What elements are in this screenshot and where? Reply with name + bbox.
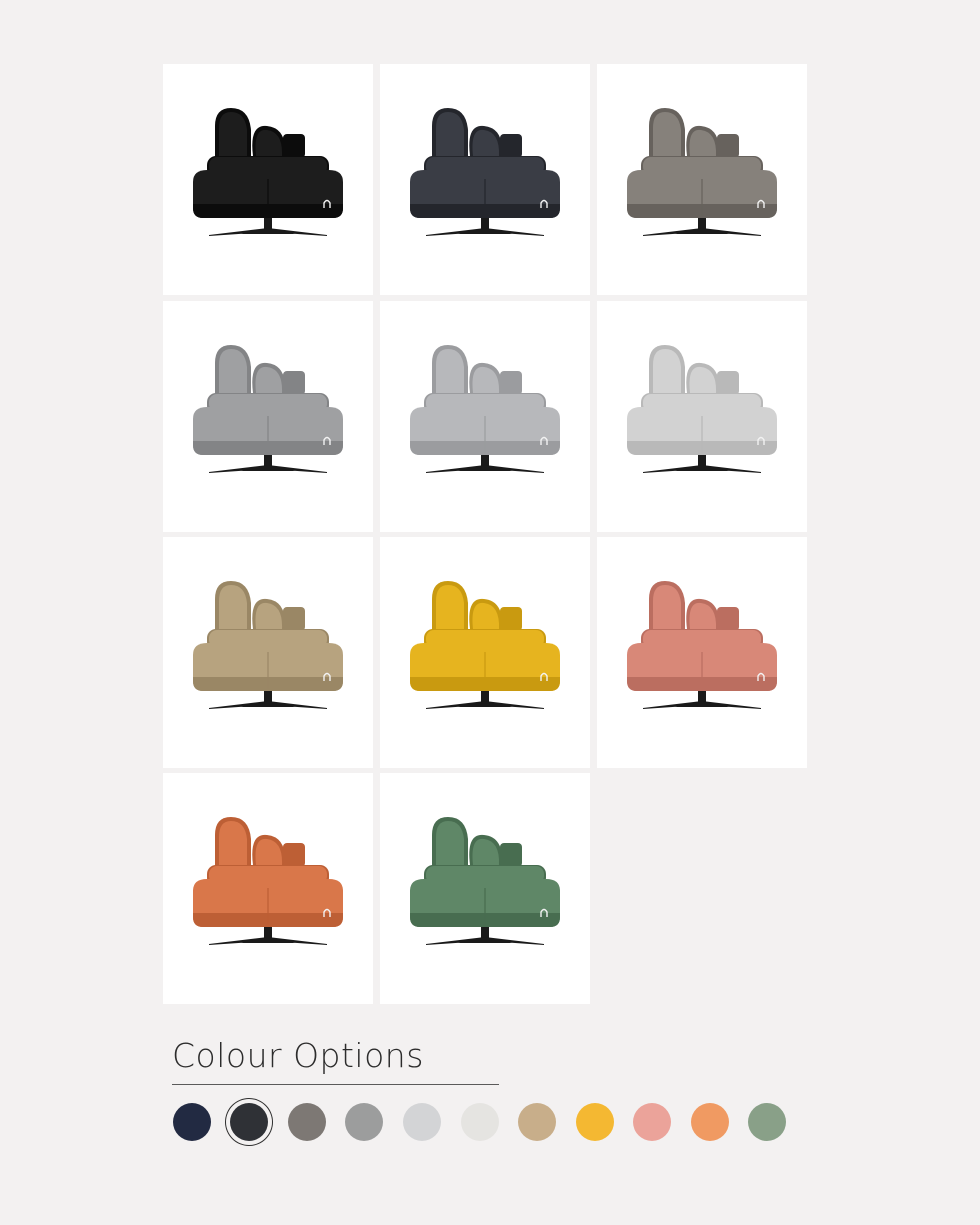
sofa-black-tile[interactable] [163, 64, 373, 295]
sofa-image [627, 345, 777, 473]
sofa-image [627, 581, 777, 709]
sofa-orange-tile[interactable] [163, 773, 373, 1004]
mid-grey-swatch[interactable] [345, 1103, 383, 1141]
sofa-off-white-tile[interactable] [597, 301, 807, 532]
sand-swatch[interactable] [518, 1103, 556, 1141]
taupe-grey-swatch[interactable] [288, 1103, 326, 1141]
sofa-light-grey-tile[interactable] [380, 301, 590, 532]
sofa-image [193, 108, 343, 236]
sofa-yellow-tile[interactable] [380, 537, 590, 768]
sofa-blush-pink-tile[interactable] [597, 537, 807, 768]
sofa-image [193, 817, 343, 945]
sofa-image [627, 108, 777, 236]
sofa-image [410, 581, 560, 709]
navy-swatch[interactable] [173, 1103, 211, 1141]
heading-underline [172, 1084, 499, 1085]
sofa-taupe-tile[interactable] [597, 64, 807, 295]
sofa-image [410, 345, 560, 473]
sage-green-swatch[interactable] [748, 1103, 786, 1141]
orange-swatch[interactable] [691, 1103, 729, 1141]
colour-options-heading: Colour Options [172, 1036, 424, 1075]
light-grey-swatch[interactable] [403, 1103, 441, 1141]
blush-pink-swatch[interactable] [633, 1103, 671, 1141]
charcoal-swatch[interactable] [230, 1103, 268, 1141]
sofa-image [193, 581, 343, 709]
sofa-mid-grey-tile[interactable] [163, 301, 373, 532]
sofa-charcoal-tile[interactable] [380, 64, 590, 295]
sofa-image [193, 345, 343, 473]
sofa-sage-green-tile[interactable] [380, 773, 590, 1004]
sofa-image [410, 817, 560, 945]
sofa-image [410, 108, 560, 236]
sofa-sand-tile[interactable] [163, 537, 373, 768]
off-white-swatch[interactable] [461, 1103, 499, 1141]
yellow-swatch[interactable] [576, 1103, 614, 1141]
